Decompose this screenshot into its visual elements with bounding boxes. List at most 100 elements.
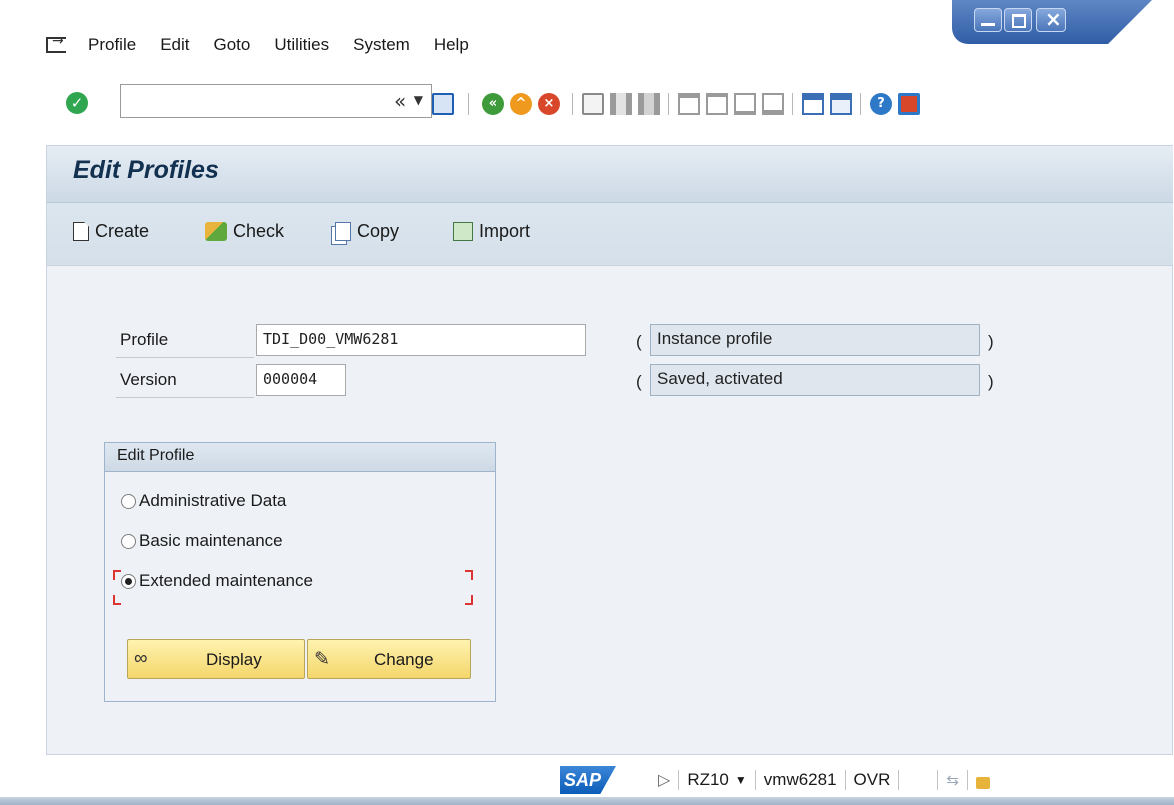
menu-profile[interactable]: Profile xyxy=(88,35,136,55)
profile-label: Profile xyxy=(120,330,169,349)
command-field[interactable]: ▼ xyxy=(120,84,432,118)
copy-label: Copy xyxy=(357,221,400,241)
close-paren: ) xyxy=(988,332,994,351)
copy-icon xyxy=(335,222,351,241)
help-icon[interactable]: ? xyxy=(870,93,892,115)
profile-type-field: Instance profile xyxy=(650,324,980,356)
save-icon[interactable] xyxy=(432,93,454,115)
window-controls xyxy=(952,0,1152,44)
menu-bar: Profile Edit Goto Utilities System Help xyxy=(46,30,493,60)
create-label: Create xyxy=(95,221,150,241)
exit-icon[interactable]: ^ xyxy=(510,93,532,115)
transaction-code: RZ10 xyxy=(687,770,729,789)
sap-logo: SAP xyxy=(560,766,616,794)
server-name: vmw6281 xyxy=(763,770,837,789)
previous-page-icon[interactable] xyxy=(706,93,728,115)
last-page-icon[interactable] xyxy=(762,93,784,115)
menu-system[interactable]: System xyxy=(353,35,410,55)
radio-label: Basic maintenance xyxy=(139,531,283,550)
customize-layout-icon[interactable] xyxy=(898,93,920,115)
application-toolbar: Create Check Copy Import xyxy=(47,203,1173,266)
shortcut-icon[interactable] xyxy=(830,93,852,115)
document-icon xyxy=(73,222,89,241)
check-icon xyxy=(205,222,227,241)
lock-icon[interactable] xyxy=(975,777,990,789)
status-divider xyxy=(898,770,900,790)
tab-icon[interactable]: ⇆ xyxy=(946,771,959,789)
status-divider xyxy=(844,770,846,790)
change-label: Change xyxy=(374,650,434,669)
group-title: Edit Profile xyxy=(117,447,195,464)
find-icon[interactable] xyxy=(610,93,632,115)
toolbar-separator xyxy=(792,93,793,115)
collapse-icon[interactable]: « xyxy=(394,89,406,113)
radio-icon[interactable] xyxy=(121,533,136,549)
toolbar-separator xyxy=(668,93,669,115)
first-page-icon[interactable] xyxy=(678,93,700,115)
glasses-icon: ∞ xyxy=(134,648,148,669)
find-next-icon[interactable] xyxy=(638,93,660,115)
change-button[interactable]: ✎ Change xyxy=(307,639,471,679)
next-page-icon[interactable] xyxy=(734,93,756,115)
import-icon xyxy=(453,222,473,241)
minimize-icon[interactable] xyxy=(974,8,1002,32)
focus-corner-marker xyxy=(113,570,121,580)
group-header: Edit Profile xyxy=(105,443,495,472)
back-icon[interactable]: « xyxy=(482,93,504,115)
focus-corner-marker xyxy=(465,570,473,580)
status-divider xyxy=(966,770,968,790)
copy-button[interactable]: Copy xyxy=(335,221,399,242)
version-status-field: Saved, activated xyxy=(650,364,980,396)
focus-corner-marker xyxy=(113,595,121,605)
command-input[interactable] xyxy=(127,86,401,118)
menu-goto[interactable]: Goto xyxy=(213,35,250,55)
radio-icon[interactable] xyxy=(121,493,136,509)
radio-label: Extended maintenance xyxy=(139,571,313,590)
window-bottom-edge xyxy=(0,797,1174,805)
expand-status-icon[interactable]: ▷ xyxy=(658,770,670,790)
status-divider xyxy=(754,770,756,790)
radio-extended-maintenance[interactable]: Extended maintenance xyxy=(121,571,313,591)
insert-mode: OVR xyxy=(853,770,891,789)
check-label: Check xyxy=(233,221,285,241)
version-label: Version xyxy=(120,370,177,389)
print-icon[interactable] xyxy=(582,93,604,115)
status-divider xyxy=(678,770,680,790)
exit-menu-icon[interactable] xyxy=(46,33,66,53)
import-label: Import xyxy=(479,221,531,241)
import-button[interactable]: Import xyxy=(453,221,530,242)
radio-label: Administrative Data xyxy=(139,491,287,510)
enter-check-icon[interactable]: ✓ xyxy=(66,92,88,114)
close-icon[interactable] xyxy=(1036,7,1066,32)
menu-edit[interactable]: Edit xyxy=(160,35,189,55)
focus-corner-marker xyxy=(465,595,473,605)
chevron-down-icon[interactable]: ▼ xyxy=(414,93,423,107)
version-field[interactable]: 000004 xyxy=(256,364,346,396)
menu-help[interactable]: Help xyxy=(434,35,469,55)
open-paren: ( xyxy=(636,332,642,351)
title-bar: Edit Profiles xyxy=(47,146,1173,203)
radio-administrative-data[interactable]: Administrative Data xyxy=(121,491,286,511)
label-underline xyxy=(116,397,254,398)
close-paren: ) xyxy=(988,372,994,391)
label-underline xyxy=(116,357,254,358)
chevron-down-icon[interactable]: ▼ xyxy=(735,773,747,787)
check-button[interactable]: Check xyxy=(205,221,284,242)
create-session-icon[interactable] xyxy=(802,93,824,115)
pencil-icon: ✎ xyxy=(314,649,330,670)
menu-utilities[interactable]: Utilities xyxy=(274,35,329,55)
open-paren: ( xyxy=(636,372,642,391)
display-button[interactable]: ∞ Display xyxy=(127,639,305,679)
toolbar-separator xyxy=(468,93,469,115)
status-divider xyxy=(937,770,939,790)
maximize-icon[interactable] xyxy=(1004,8,1032,32)
create-button[interactable]: Create xyxy=(73,221,149,242)
profile-field[interactable]: TDI_D00_VMW6281 xyxy=(256,324,586,356)
radio-basic-maintenance[interactable]: Basic maintenance xyxy=(121,531,283,551)
page-title: Edit Profiles xyxy=(73,156,219,184)
cancel-icon[interactable]: × xyxy=(538,93,560,115)
status-bar: SAP ▷ RZ10 ▼ vmw6281 OVR ⇆ xyxy=(560,762,990,798)
radio-selected-icon[interactable] xyxy=(121,573,136,589)
toolbar-separator xyxy=(860,93,861,115)
edit-profile-group: Edit Profile Administrative Data Basic m… xyxy=(104,442,496,702)
